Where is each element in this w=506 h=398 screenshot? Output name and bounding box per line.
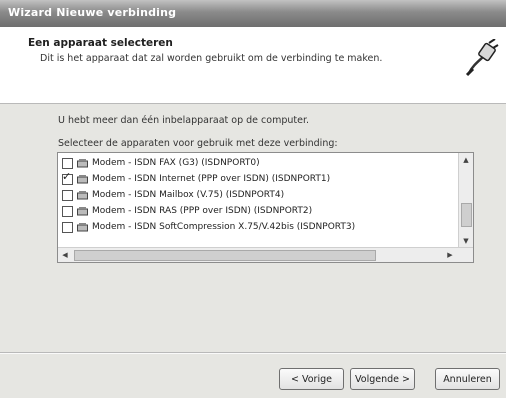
modem-icon — [77, 207, 88, 216]
device-checkbox[interactable] — [62, 189, 73, 201]
scroll-up-icon[interactable]: ▲ — [459, 153, 473, 167]
device-label: Modem - ISDN RAS (PPP over ISDN) (ISDNPO… — [92, 206, 313, 216]
scroll-right-icon[interactable]: ▶ — [443, 248, 457, 262]
footer-divider — [0, 352, 506, 354]
horizontal-scrollbar[interactable]: ◀ ▶ — [58, 247, 473, 262]
device-checkbox[interactable] — [62, 157, 73, 169]
wizard-window: Wizard Nieuwe verbinding Een apparaat se… — [0, 0, 506, 398]
plug-cable-icon — [465, 39, 499, 77]
check-icon: ✓ — [62, 169, 72, 183]
device-label: Modem - ISDN Mailbox (V.75) (ISDNPORT4) — [92, 190, 285, 200]
select-devices-label: Selecteer de apparaten voor gebruik met … — [58, 138, 338, 149]
device-checkbox[interactable] — [62, 205, 73, 217]
device-label: Modem - ISDN SoftCompression X.75/V.42bi… — [92, 222, 356, 232]
modem-icon — [77, 159, 88, 168]
vertical-scrollbar[interactable]: ▲ ▼ — [458, 153, 473, 248]
device-checkbox[interactable] — [62, 221, 73, 233]
window-title: Wizard Nieuwe verbinding — [8, 6, 177, 19]
title-bar[interactable]: Wizard Nieuwe verbinding — [0, 0, 506, 27]
device-label: Modem - ISDN FAX (G3) (ISDNPORT0) — [92, 158, 260, 168]
modem-icon — [77, 223, 88, 232]
list-item[interactable]: Modem - ISDN SoftCompression X.75/V.42bi… — [62, 220, 355, 234]
scroll-down-icon[interactable]: ▼ — [459, 234, 473, 248]
horizontal-scroll-thumb[interactable] — [74, 250, 376, 261]
list-item[interactable]: Modem - ISDN RAS (PPP over ISDN) (ISDNPO… — [62, 204, 312, 218]
modem-icon — [77, 191, 88, 200]
header-title: Een apparaat selecteren — [28, 37, 173, 49]
scroll-left-icon[interactable]: ◀ — [58, 248, 72, 262]
modem-icon — [77, 175, 88, 184]
back-button[interactable]: < Vorige — [279, 368, 344, 390]
vertical-scroll-thumb[interactable] — [461, 203, 472, 227]
device-list[interactable]: Modem - ISDN FAX (G3) (ISDNPORT0) ✓ Mode… — [57, 152, 474, 263]
next-button[interactable]: Volgende > — [350, 368, 415, 390]
device-checkbox[interactable]: ✓ — [62, 169, 73, 185]
wizard-header: Een apparaat selecteren Dit is het appar… — [0, 27, 506, 104]
list-item[interactable]: ✓ Modem - ISDN Internet (PPP over ISDN) … — [62, 169, 331, 186]
list-item[interactable]: Modem - ISDN Mailbox (V.75) (ISDNPORT4) — [62, 188, 284, 202]
intro-text: U hebt meer dan één inbelapparaat op de … — [58, 115, 309, 126]
device-label: Modem - ISDN Internet (PPP over ISDN) (I… — [92, 174, 331, 184]
cancel-button[interactable]: Annuleren — [435, 368, 500, 390]
header-subtitle: Dit is het apparaat dat zal worden gebru… — [40, 53, 383, 64]
list-item[interactable]: Modem - ISDN FAX (G3) (ISDNPORT0) — [62, 156, 260, 170]
